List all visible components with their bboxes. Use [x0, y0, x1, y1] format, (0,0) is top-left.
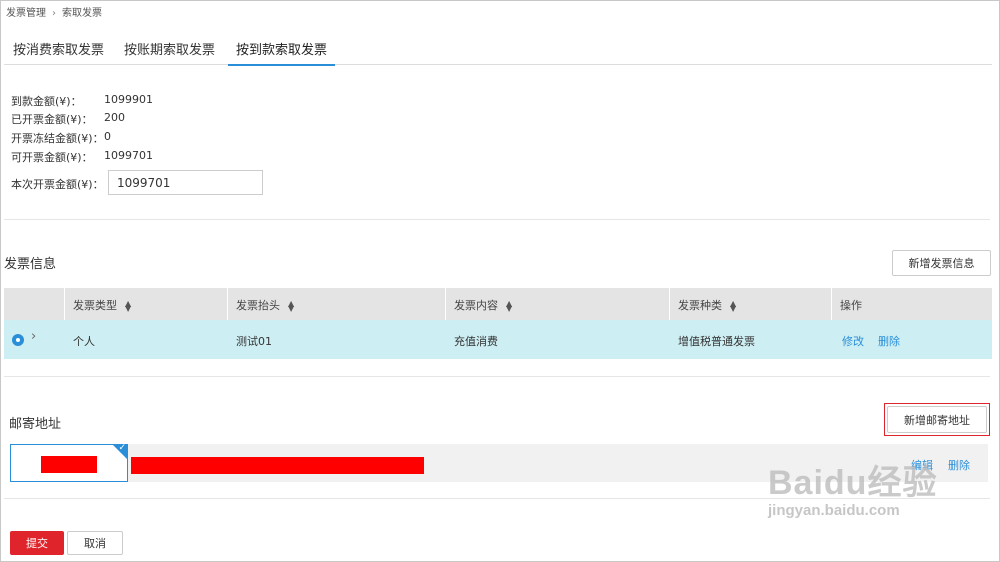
cell-invoice-kind: 增值税普通发票 — [678, 335, 755, 348]
column-header-actions: 操作 — [840, 299, 862, 312]
sort-icon[interactable]: ▲ ▼ — [288, 300, 294, 313]
cell-invoice-header: 测试01 — [236, 335, 272, 348]
current-amount-input[interactable] — [108, 170, 263, 195]
column-header-invoice-content[interactable]: 发票内容 ▲ ▼ — [454, 297, 512, 313]
invoice-info-title: 发票信息 — [4, 257, 57, 272]
tab-by-payment[interactable]: 按到款索取发票 — [228, 39, 336, 66]
sort-icon[interactable]: ▲ ▼ — [125, 300, 131, 313]
received-amount-row: 到款金额(¥)： 1099901 — [11, 93, 153, 109]
address-select-card[interactable]: ✓ — [10, 443, 128, 482]
column-header-invoice-type[interactable]: 发票类型 ▲ ▼ — [73, 297, 131, 313]
column-header-label: 发票种类 — [678, 299, 722, 312]
frozen-amount-row: 开票冻结金额(¥)： 0 — [11, 130, 111, 146]
add-invoice-info-button[interactable]: 新增发票信息 — [892, 250, 991, 276]
frozen-amount-value: 0 — [104, 130, 111, 143]
cell-invoice-type: 个人 — [73, 335, 95, 348]
available-amount-row: 可开票金额(¥)： 1099701 — [11, 149, 153, 165]
radio-selected-icon[interactable] — [12, 334, 24, 346]
received-amount-value: 1099901 — [104, 93, 153, 106]
column-header-invoice-header[interactable]: 发票抬头 ▲ ▼ — [236, 297, 294, 313]
redacted-address — [131, 457, 424, 474]
invoiced-amount-row: 已开票金额(¥)： 200 — [11, 111, 125, 127]
chevron-right-icon[interactable]: › — [31, 329, 36, 344]
sort-icon[interactable]: ▲ ▼ — [506, 300, 512, 313]
delete-invoice-link[interactable]: 删除 — [878, 333, 900, 349]
column-header-label: 发票类型 — [73, 299, 117, 312]
mailing-address-title: 邮寄地址 — [9, 417, 62, 432]
breadcrumb-separator: › — [52, 8, 56, 19]
column-separator — [445, 288, 446, 320]
breadcrumb-parent[interactable]: 发票管理 — [6, 8, 46, 19]
current-amount-label: 本次开票金额(¥)： — [11, 178, 104, 191]
available-amount-label: 可开票金额(¥)： — [11, 151, 93, 164]
tab-by-billing-period[interactable]: 按账期索取发票 — [124, 39, 215, 58]
column-separator — [64, 288, 65, 320]
check-icon: ✓ — [118, 443, 126, 453]
invoiced-amount-label: 已开票金额(¥)： — [11, 113, 93, 126]
invoice-table-header: 发票类型 ▲ ▼ 发票抬头 ▲ ▼ 发票内容 ▲ ▼ 发票种类 ▲ ▼ 操作 — [4, 288, 992, 320]
column-separator — [669, 288, 670, 320]
column-separator — [227, 288, 228, 320]
received-amount-label: 到款金额(¥)： — [11, 95, 82, 108]
redacted-name — [41, 456, 97, 473]
invoiced-amount-value: 200 — [104, 111, 125, 124]
tab-bar: 按消费索取发票 按账期索取发票 按到款索取发票 — [4, 34, 992, 66]
table-row[interactable]: › 个人 测试01 充值消费 增值税普通发票 修改 删除 — [4, 320, 992, 359]
breadcrumb: 发票管理 › 索取发票 — [6, 4, 102, 19]
delete-address-link[interactable]: 删除 — [948, 457, 970, 473]
available-amount-value: 1099701 — [104, 149, 153, 162]
divider — [4, 376, 990, 377]
divider — [4, 219, 990, 220]
tab-by-consumption[interactable]: 按消费索取发票 — [13, 39, 104, 58]
breadcrumb-current: 索取发票 — [62, 8, 102, 19]
edit-invoice-link[interactable]: 修改 — [842, 333, 864, 349]
watermark-main-text: Baidu经验 — [768, 464, 938, 502]
submit-button[interactable]: 提交 — [10, 531, 64, 555]
column-header-invoice-kind[interactable]: 发票种类 ▲ ▼ — [678, 297, 736, 313]
frozen-amount-label: 开票冻结金额(¥)： — [11, 132, 104, 145]
add-mailing-address-button[interactable]: 新增邮寄地址 — [887, 406, 987, 433]
column-header-label: 发票内容 — [454, 299, 498, 312]
column-separator — [831, 288, 832, 320]
baidu-jingyan-watermark: Baidu经验 jingyan.baidu.com — [768, 455, 937, 519]
cell-invoice-content: 充值消费 — [454, 335, 498, 348]
cancel-button[interactable]: 取消 — [67, 531, 123, 555]
sort-icon[interactable]: ▲ ▼ — [730, 300, 736, 313]
watermark-sub-text: jingyan.baidu.com — [768, 502, 900, 519]
column-header-label: 发票抬头 — [236, 299, 280, 312]
